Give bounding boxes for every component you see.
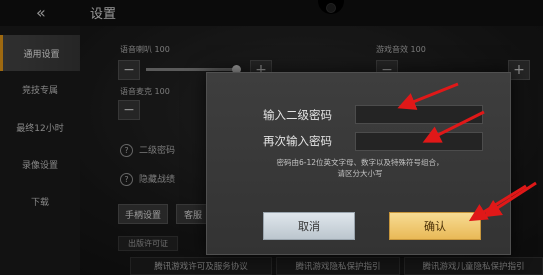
second-password-dialog: 输入二级密码 再次输入密码 密码由6-12位英文字母、数字以及特殊符号组合， 请… <box>206 72 511 255</box>
confirm-password-label: 再次输入密码 <box>263 134 332 148</box>
cancel-button[interactable]: 取消 <box>263 212 355 240</box>
password-hint: 密码由6-12位英文字母、数字以及特殊符号组合， 请区分大小写 <box>276 158 444 178</box>
password-label: 输入二级密码 <box>263 108 332 122</box>
confirm-password-input[interactable] <box>355 132 483 151</box>
password-input[interactable] <box>355 105 483 124</box>
confirm-button[interactable]: 确认 <box>389 212 481 240</box>
